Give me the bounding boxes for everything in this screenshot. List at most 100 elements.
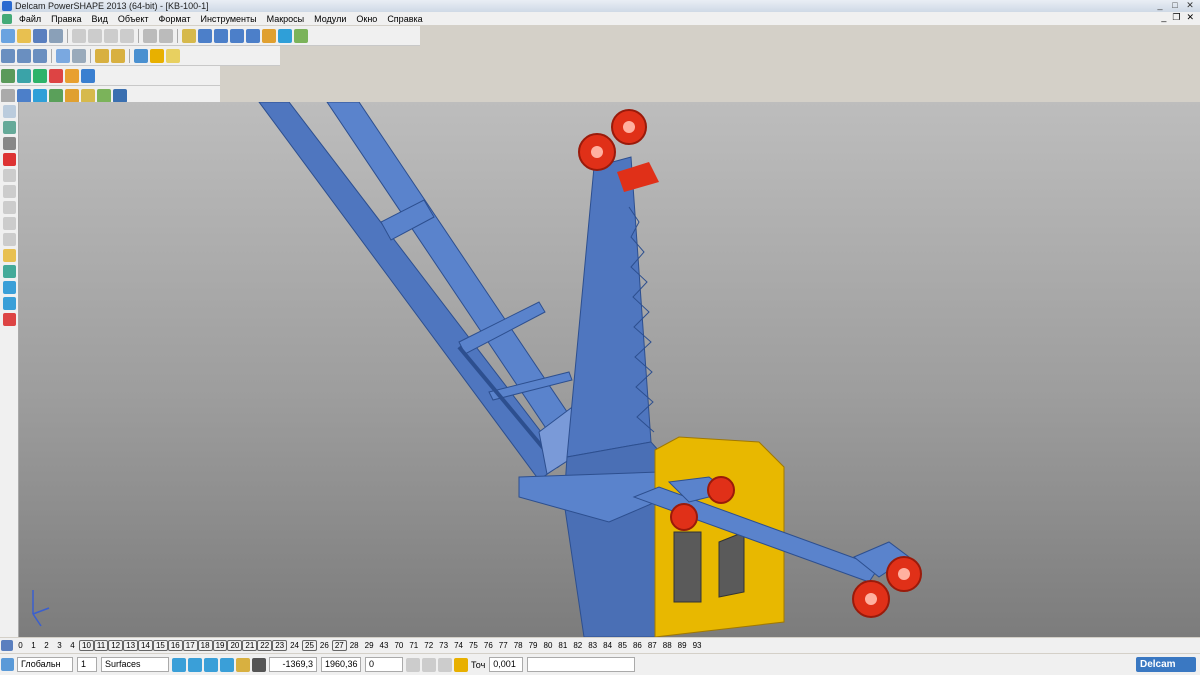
measure-icon[interactable]	[97, 88, 111, 103]
level-button[interactable]: 25	[302, 640, 317, 651]
axis-icon[interactable]	[17, 68, 31, 83]
analysis-icon[interactable]	[113, 88, 127, 103]
delete-icon[interactable]	[120, 28, 134, 43]
transform-icon[interactable]	[2, 249, 16, 262]
level-button[interactable]: 1	[27, 641, 40, 650]
level-button[interactable]: 85	[615, 641, 630, 650]
render-icon[interactable]	[33, 68, 47, 83]
level-button[interactable]: 11	[93, 640, 109, 651]
limit-icon[interactable]	[2, 313, 16, 326]
point-icon[interactable]	[2, 137, 16, 150]
menu-view[interactable]: Вид	[87, 14, 113, 24]
quick-select-filter-icon[interactable]	[188, 657, 202, 672]
workplane-status-icon[interactable]	[1, 658, 14, 671]
print-icon[interactable]	[49, 28, 63, 43]
new-icon[interactable]	[1, 28, 15, 43]
tolerance-icon[interactable]	[454, 657, 468, 672]
menu-format[interactable]: Формат	[154, 14, 196, 24]
level-button[interactable]: 77	[496, 641, 511, 650]
grid-icon[interactable]	[81, 68, 95, 83]
level-button[interactable]: 72	[421, 641, 436, 650]
extend-icon[interactable]	[2, 297, 16, 310]
cut-icon[interactable]	[72, 28, 86, 43]
level-button[interactable]: 27	[331, 640, 347, 651]
level-button[interactable]: 13	[123, 640, 139, 651]
layer-icon[interactable]	[1, 88, 15, 103]
coordinate-mode-icon[interactable]	[406, 657, 420, 672]
scale-icon[interactable]	[2, 233, 16, 246]
level-button[interactable]: 22	[257, 640, 273, 651]
trim-icon[interactable]	[2, 281, 16, 294]
curve-tools-icon[interactable]	[17, 88, 31, 103]
maximize-button[interactable]: □	[1169, 0, 1181, 10]
coord-y[interactable]: 1960,36	[321, 657, 361, 672]
paste-icon[interactable]	[104, 28, 118, 43]
surface-filter-icon[interactable]	[204, 657, 218, 672]
command-field[interactable]	[527, 657, 636, 672]
coord-z[interactable]: 0	[365, 657, 403, 672]
level-button[interactable]: 21	[242, 640, 258, 651]
edit-icon[interactable]	[2, 169, 16, 182]
level-button[interactable]: 78	[511, 641, 526, 650]
select-icon[interactable]	[182, 28, 196, 43]
menu-object[interactable]: Объект	[113, 14, 154, 24]
material-icon[interactable]	[49, 68, 63, 83]
open-icon[interactable]	[17, 28, 31, 43]
circle-icon[interactable]	[230, 28, 244, 43]
level-button[interactable]: 29	[362, 641, 377, 650]
level-button[interactable]: 88	[660, 641, 675, 650]
solid-tools-icon[interactable]	[49, 88, 63, 103]
view-iso-icon[interactable]	[33, 48, 47, 63]
workplane-icon[interactable]	[1, 68, 15, 83]
view-top-icon[interactable]	[17, 48, 31, 63]
level-button[interactable]: 83	[585, 641, 600, 650]
level-button[interactable]: 3	[53, 641, 66, 650]
doc-restore-button[interactable]: ❐	[1172, 12, 1180, 23]
level-button[interactable]: 18	[197, 640, 213, 651]
close-button[interactable]: ✕	[1184, 0, 1196, 10]
level-button[interactable]: 10	[79, 640, 94, 651]
quick-select-icon[interactable]	[2, 121, 16, 134]
warning-icon[interactable]	[2, 153, 16, 166]
level-button[interactable]: 79	[526, 641, 541, 650]
level-button[interactable]: 28	[347, 641, 362, 650]
level-button[interactable]: 15	[152, 640, 168, 651]
level-button[interactable]: 70	[391, 641, 406, 650]
doc-minimize-button[interactable]: _	[1161, 12, 1166, 23]
level-button[interactable]: 89	[675, 641, 690, 650]
select-mode-icon[interactable]	[2, 105, 16, 118]
level-button[interactable]: 23	[272, 640, 288, 651]
level-button[interactable]: 26	[317, 641, 332, 650]
level-button[interactable]: 73	[436, 641, 451, 650]
level-button[interactable]: 82	[570, 641, 585, 650]
tolerance-field[interactable]: 0,001	[489, 657, 524, 672]
solid-filter-icon[interactable]	[220, 657, 234, 672]
level-button[interactable]: 12	[108, 640, 124, 651]
level-button[interactable]: 2	[40, 641, 53, 650]
assembly-icon[interactable]	[81, 88, 95, 103]
menu-help[interactable]: Справка	[382, 14, 427, 24]
rotate-icon[interactable]	[134, 48, 148, 63]
level-button[interactable]: 19	[212, 640, 228, 651]
level-button[interactable]: 14	[138, 640, 153, 651]
curve-icon[interactable]	[246, 28, 260, 43]
level-button[interactable]: 71	[406, 641, 421, 650]
level-button[interactable]: 93	[690, 641, 705, 650]
snap-icon[interactable]	[236, 657, 250, 672]
level-button[interactable]: 76	[481, 641, 496, 650]
menu-window[interactable]: Окно	[351, 14, 382, 24]
move-icon[interactable]	[2, 185, 16, 198]
grid-toggle-icon[interactable]	[252, 657, 266, 672]
level-button[interactable]: 20	[227, 640, 243, 651]
arc-icon[interactable]	[214, 28, 228, 43]
undo-icon[interactable]	[143, 28, 157, 43]
keypad-icon[interactable]	[438, 657, 452, 672]
menu-macros[interactable]: Макросы	[262, 14, 310, 24]
level-button[interactable]: 17	[182, 640, 198, 651]
minimize-button[interactable]: _	[1154, 0, 1166, 10]
texture-icon[interactable]	[65, 68, 79, 83]
solid-icon[interactable]	[278, 28, 292, 43]
level-button[interactable]: 43	[377, 641, 392, 650]
menu-edit[interactable]: Правка	[46, 14, 86, 24]
redo-icon[interactable]	[159, 28, 173, 43]
